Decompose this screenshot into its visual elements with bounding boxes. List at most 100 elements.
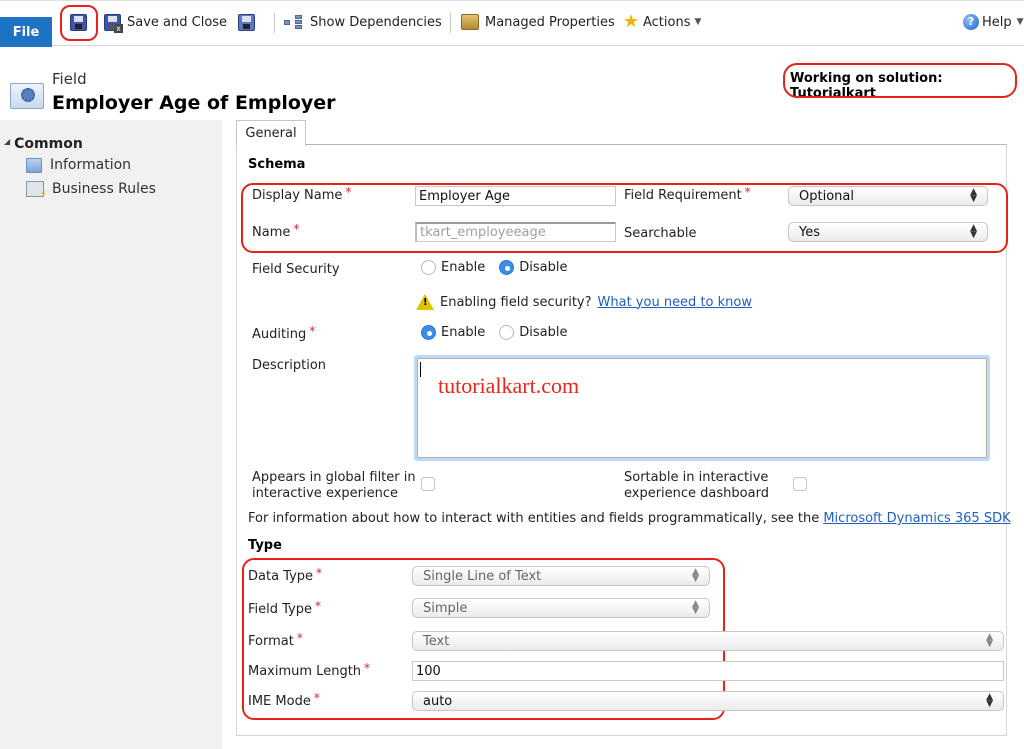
watermark-text: tutorialkart.com [438,373,580,398]
dependencies-icon [284,15,304,29]
radio-button[interactable] [499,260,515,275]
field-security-warning: Enabling field security? What you need t… [416,294,752,310]
show-dependencies-label: Show Dependencies [310,14,442,30]
field-security-label: Field Security [252,262,340,277]
document-icon [26,157,42,173]
updown-arrows-icon: ▲ ▼ [970,187,977,204]
auditing-label: Auditing * [252,324,316,342]
section-schema-title: Schema [248,157,306,172]
auditing-radio-group: Enable Disable [421,325,576,340]
field-security-disable-option[interactable]: Disable [499,260,568,275]
select-value: auto [423,693,453,709]
sidebar-item-information[interactable]: Information [26,157,131,173]
sdk-link[interactable]: Microsoft Dynamics 365 SDK [823,511,1010,526]
radio-button[interactable] [499,325,515,340]
actions-menu-button[interactable]: ★ Actions ▼ [623,10,701,34]
sidebar-group-label: Common [14,136,83,152]
required-asterisk: * [364,661,371,675]
field-security-enable-option[interactable]: Enable [421,260,485,275]
required-asterisk: * [309,324,316,338]
sidebar-item-label: Information [50,157,132,173]
field-security-radio-group: Enable Disable [421,260,576,275]
auditing-enable-option[interactable]: Enable [421,325,485,340]
select-value: Text [423,633,450,649]
save-and-close-button[interactable]: x Save and Close [104,10,227,34]
updown-arrows-icon: ▲ ▼ [692,567,699,584]
updown-arrows-icon: ▲ ▼ [986,632,993,649]
display-name-input[interactable] [415,186,616,206]
field-requirement-label: Field Requirement * [624,185,751,203]
global-filter-label: Appears in global filter in interactive e… [252,470,416,501]
ime-mode-label: IME Mode * [248,691,320,709]
max-length-label: Maximum Length * [248,661,371,679]
section-type-title: Type [248,538,282,553]
help-label: Help [982,14,1012,30]
searchable-label: Searchable [624,226,697,241]
auditing-disable-option[interactable]: Disable [499,325,568,340]
floppy-disk-icon [70,13,87,31]
chevron-down-icon: ▼ [1016,17,1024,27]
sidebar-group-common[interactable]: ◢ Common [4,136,83,152]
global-filter-checkbox[interactable] [421,477,435,491]
publish-icon [238,13,255,31]
show-dependencies-button[interactable]: Show Dependencies [284,10,442,34]
file-label: File [12,24,40,40]
what-you-need-to-know-link[interactable]: What you need to know [598,295,752,310]
save-button[interactable] [70,10,87,34]
sdk-info-text: For information about how to interact wi… [248,511,1011,526]
file-tab[interactable]: File [0,17,52,47]
required-asterisk: * [744,185,751,199]
warning-triangle-icon [416,294,434,310]
radio-button[interactable] [421,260,436,275]
field-type-select[interactable]: Simple ▲ ▼ [412,598,710,618]
updown-arrows-icon: ▲ ▼ [986,692,993,709]
business-rules-icon [26,181,47,200]
sortable-label: Sortable in interactive experience dashbo… [624,470,769,501]
managed-properties-label: Managed Properties [485,14,615,30]
solution-label: Working on solution: Tutorialkart [790,71,943,101]
ribbon-divider [274,13,275,33]
required-asterisk: * [293,222,300,236]
entity-type-label: Field [52,70,87,88]
field-type-label: Field Type * [248,599,321,617]
chevron-down-icon: ▼ [694,17,702,27]
help-menu-button[interactable]: ? Help ▼ [963,10,1024,34]
ribbon-divider [450,13,451,33]
warning-text: Enabling field security? [440,294,592,310]
data-type-select[interactable]: Single Line of Text ▲ ▼ [412,566,710,586]
managed-properties-button[interactable]: Managed Properties [461,10,615,34]
page-title: Employer Age of Employer [52,92,336,114]
tab-general[interactable]: General [236,120,306,146]
required-asterisk: * [313,691,320,705]
sortable-checkbox[interactable] [793,477,807,491]
sidebar: ◢ Common Information Business Rules [0,120,222,749]
format-select[interactable]: Text ▲ ▼ [412,631,1004,651]
searchable-select[interactable]: Yes ▲ ▼ [788,222,988,242]
help-icon: ? [963,14,979,30]
select-value: Single Line of Text [423,568,542,584]
max-length-input[interactable] [412,661,1004,681]
tab-label: General [245,126,297,141]
collapse-triangle-icon: ◢ [4,136,11,146]
name-label: Name * [252,222,300,240]
required-asterisk: * [296,631,303,645]
ime-mode-select[interactable]: auto ▲ ▼ [412,691,1004,711]
required-asterisk: * [315,599,321,613]
field-requirement-select[interactable]: Optional ▲ ▼ [788,186,988,206]
sidebar-item-business-rules[interactable]: Business Rules [26,181,156,200]
select-value: Optional [799,188,854,204]
select-value: Simple [423,600,468,616]
description-textarea[interactable] [414,355,990,461]
required-asterisk: * [345,185,352,199]
schema-name-input[interactable] [415,222,616,242]
select-value: Yes [799,224,820,240]
required-asterisk: * [316,566,323,580]
updown-arrows-icon: ▲ ▼ [970,223,977,240]
format-label: Format * [248,631,303,649]
field-entity-icon [10,83,44,109]
publish-button[interactable] [238,10,255,34]
radio-button[interactable] [421,325,436,340]
actions-label: Actions [643,14,691,30]
ribbon-toolbar: File x Save and Close Show Dependencies … [0,0,1024,47]
actions-star-icon: ★ [623,11,640,32]
